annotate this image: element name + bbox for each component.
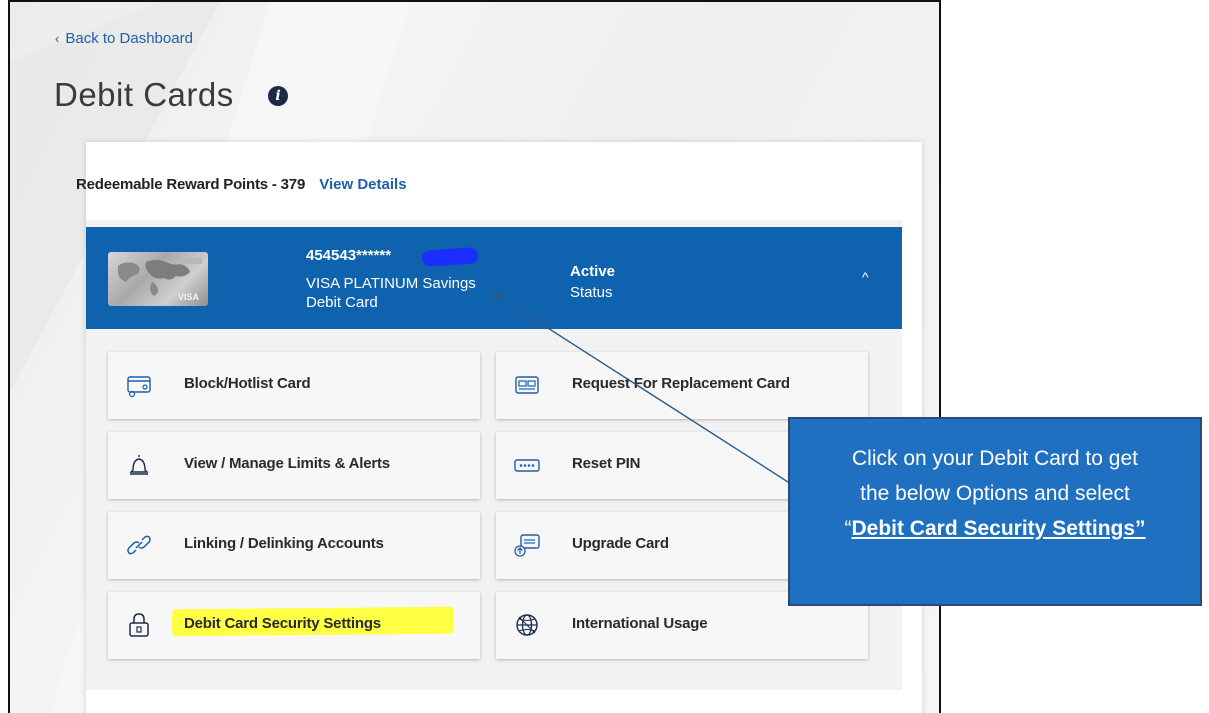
callout-line3: “Debit Card Security Settings” bbox=[790, 511, 1200, 546]
lock-icon bbox=[129, 613, 149, 637]
link-icon bbox=[127, 535, 151, 555]
option-label: View / Manage Limits & Alerts bbox=[184, 455, 390, 472]
visa-logo-text: VISA bbox=[178, 292, 200, 302]
chevron-up-icon[interactable]: ^ bbox=[862, 269, 869, 285]
card-name-line2: Debit Card bbox=[306, 294, 378, 311]
rewards-points-text: Redeemable Reward Points - 379 bbox=[76, 176, 306, 193]
option-view-manage-limits[interactable]: View / Manage Limits & Alerts bbox=[108, 432, 480, 499]
option-label: Linking / Delinking Accounts bbox=[184, 535, 384, 552]
option-debit-card-security-settings[interactable]: Debit Card Security Settings bbox=[108, 592, 480, 659]
info-icon[interactable]: i bbox=[268, 86, 288, 106]
option-block-hotlist-card[interactable]: Block/Hotlist Card bbox=[108, 352, 480, 419]
world-map-image: VISA bbox=[118, 258, 202, 302]
option-label: Upgrade Card bbox=[572, 535, 669, 552]
card-status-label: Status bbox=[570, 284, 613, 301]
option-label: Debit Card Security Settings bbox=[184, 615, 381, 632]
back-to-dashboard-link[interactable]: ‹ Back to Dashboard bbox=[55, 30, 193, 47]
option-label: International Usage bbox=[572, 615, 708, 632]
globe-icon bbox=[516, 614, 538, 636]
option-linking-delinking[interactable]: Linking / Delinking Accounts bbox=[108, 512, 480, 579]
app-frame: ‹ Back to Dashboard Debit Cards i Redeema… bbox=[8, 0, 941, 713]
callout-line2: the below Options and select bbox=[860, 482, 1130, 505]
card-number: 454543****** bbox=[306, 247, 392, 264]
debit-card-header[interactable]: VISA 454543****** VISA PLATINUM Savings … bbox=[86, 227, 902, 329]
card-name: VISA PLATINUM Savings Debit Card bbox=[306, 274, 526, 312]
card-replace-icon bbox=[515, 376, 539, 394]
card-thumbnail: VISA bbox=[108, 252, 208, 306]
option-label: Block/Hotlist Card bbox=[184, 375, 311, 392]
pin-icon bbox=[514, 459, 540, 472]
callout-emphasis: Debit Card Security Settings” bbox=[851, 517, 1146, 540]
option-label: Request For Replacement Card bbox=[572, 375, 790, 392]
card-status: Active Status bbox=[570, 261, 615, 303]
view-details-link[interactable]: View Details bbox=[319, 176, 406, 193]
chevron-left-icon: ‹ bbox=[55, 31, 60, 46]
instruction-callout: Click on your Debit Card to get the belo… bbox=[788, 417, 1202, 606]
rewards-summary: Redeemable Reward Points - 379 View Deta… bbox=[76, 176, 407, 193]
option-request-replacement-card[interactable]: Request For Replacement Card bbox=[496, 352, 868, 419]
back-link-label: Back to Dashboard bbox=[65, 30, 193, 47]
redaction-mark bbox=[421, 247, 479, 267]
card-status-value: Active bbox=[570, 263, 616, 280]
card-name-line1: VISA PLATINUM Savings bbox=[306, 275, 476, 292]
option-label: Reset PIN bbox=[572, 455, 641, 472]
upgrade-card-icon bbox=[514, 534, 540, 557]
page-title: Debit Cards bbox=[54, 76, 234, 113]
bell-icon bbox=[129, 455, 149, 475]
callout-line1: Click on your Debit Card to get bbox=[852, 447, 1138, 470]
card-block-icon bbox=[127, 376, 151, 398]
